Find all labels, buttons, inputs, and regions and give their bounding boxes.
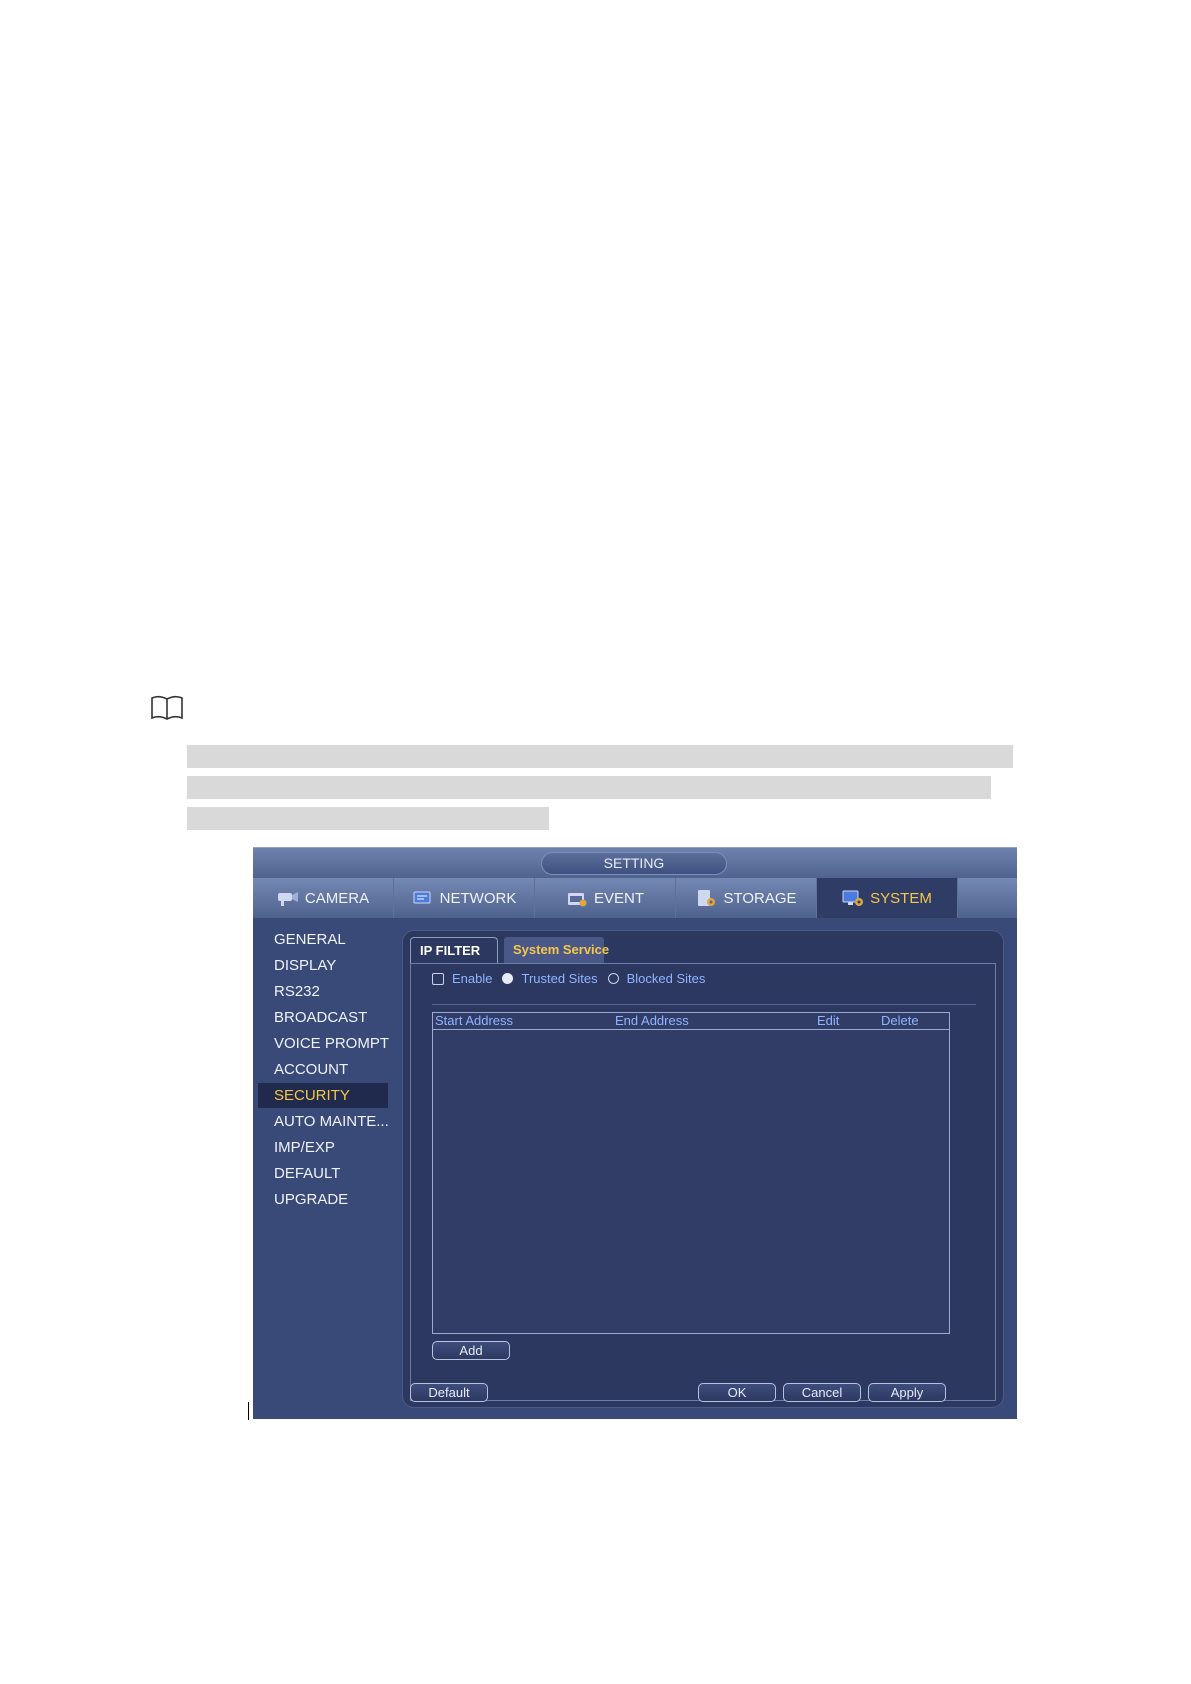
sidebar-item-broadcast[interactable]: BROADCAST [258,1005,388,1030]
tab-event[interactable]: EVENT [535,878,676,918]
sidebar-item-voice-prompt[interactable]: VOICE PROMPT [258,1031,389,1056]
sidebar-item-rs232[interactable]: RS232 [258,979,388,1004]
tab-ip-filter[interactable]: IP FILTER [410,937,498,963]
network-icon [413,891,431,904]
redacted-text-bar [187,807,549,830]
default-button[interactable]: Default [410,1383,488,1402]
column-edit: Edit [817,1013,840,1028]
security-panel: IP FILTER System Service Enable Trusted … [402,930,1004,1408]
tab-camera[interactable]: CAMERA [253,878,394,918]
tab-storage[interactable]: STORAGE [676,878,817,918]
sidebar-item-general[interactable]: GENERAL [258,927,388,952]
blocked-sites-radio[interactable] [607,973,619,984]
window-title: SETTING [541,852,727,875]
tab-camera-label: CAMERA [304,889,370,907]
sidebar-item-imp-exp[interactable]: IMP/EXP [258,1135,388,1160]
enable-label: Enable [452,971,493,986]
column-end-address: End Address [615,1013,689,1028]
column-delete: Delete [881,1013,919,1028]
sidebar-item-security[interactable]: SECURITY [258,1083,388,1108]
enable-checkbox[interactable] [432,972,444,985]
text-cursor [248,1402,249,1420]
sidebar: GENERAL DISPLAY RS232 BROADCAST VOICE PR… [253,918,393,1419]
redacted-text-bar [187,776,991,799]
trusted-sites-radio[interactable] [502,973,514,984]
tab-storage-label: STORAGE [723,889,797,907]
filter-options-row: Enable Trusted Sites Blocked Sites [432,971,705,986]
ip-address-table: Start Address End Address Edit Delete [432,1012,950,1334]
add-button[interactable]: Add [432,1341,510,1360]
camera-icon [277,892,298,906]
tab-system-service[interactable]: System Service [504,937,609,963]
redacted-text-bar [187,745,1013,768]
tab-event-label: EVENT [593,889,644,907]
system-icon [842,890,864,906]
ip-filter-content: Enable Trusted Sites Blocked Sites Start… [410,963,996,1401]
storage-icon [698,890,716,906]
main-tab-bar: CAMERA NETWORK EVENT STORAGE SYSTEM [253,878,1017,918]
sidebar-item-auto-maintain[interactable]: AUTO MAINTE... [258,1109,389,1134]
sidebar-item-display[interactable]: DISPLAY [258,953,388,978]
trusted-sites-label: Trusted Sites [521,971,598,986]
table-header: Start Address End Address Edit Delete [433,1013,949,1030]
divider [432,1004,976,1005]
tab-network[interactable]: NETWORK [394,878,535,918]
tab-system[interactable]: SYSTEM [817,878,958,918]
cancel-button[interactable]: Cancel [783,1383,861,1402]
tab-system-label: SYSTEM [870,889,932,907]
title-bar: SETTING [253,848,1017,878]
column-start-address: Start Address [435,1013,514,1028]
sidebar-item-upgrade[interactable]: UPGRADE [258,1187,388,1212]
sidebar-item-account[interactable]: ACCOUNT [258,1057,388,1082]
tab-network-label: NETWORK [439,889,517,907]
blocked-sites-label: Blocked Sites [626,971,706,986]
settings-window: SETTING CAMERA NETWORK EVENT STORAGE SYS… [253,847,1017,1419]
sidebar-item-default[interactable]: DEFAULT [258,1161,388,1186]
event-icon [567,893,587,907]
book-note-icon [151,695,183,720]
ok-button[interactable]: OK [698,1383,776,1402]
apply-button[interactable]: Apply [868,1383,946,1402]
